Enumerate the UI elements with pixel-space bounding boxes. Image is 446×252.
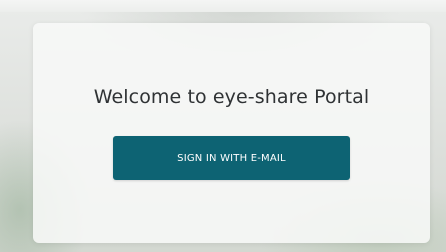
login-card: Welcome to eye-share Portal SIGN IN WITH… bbox=[33, 23, 430, 243]
top-bar bbox=[0, 0, 446, 12]
sign-in-email-button[interactable]: SIGN IN WITH E-MAIL bbox=[113, 136, 350, 180]
welcome-title: Welcome to eye-share Portal bbox=[93, 86, 370, 108]
